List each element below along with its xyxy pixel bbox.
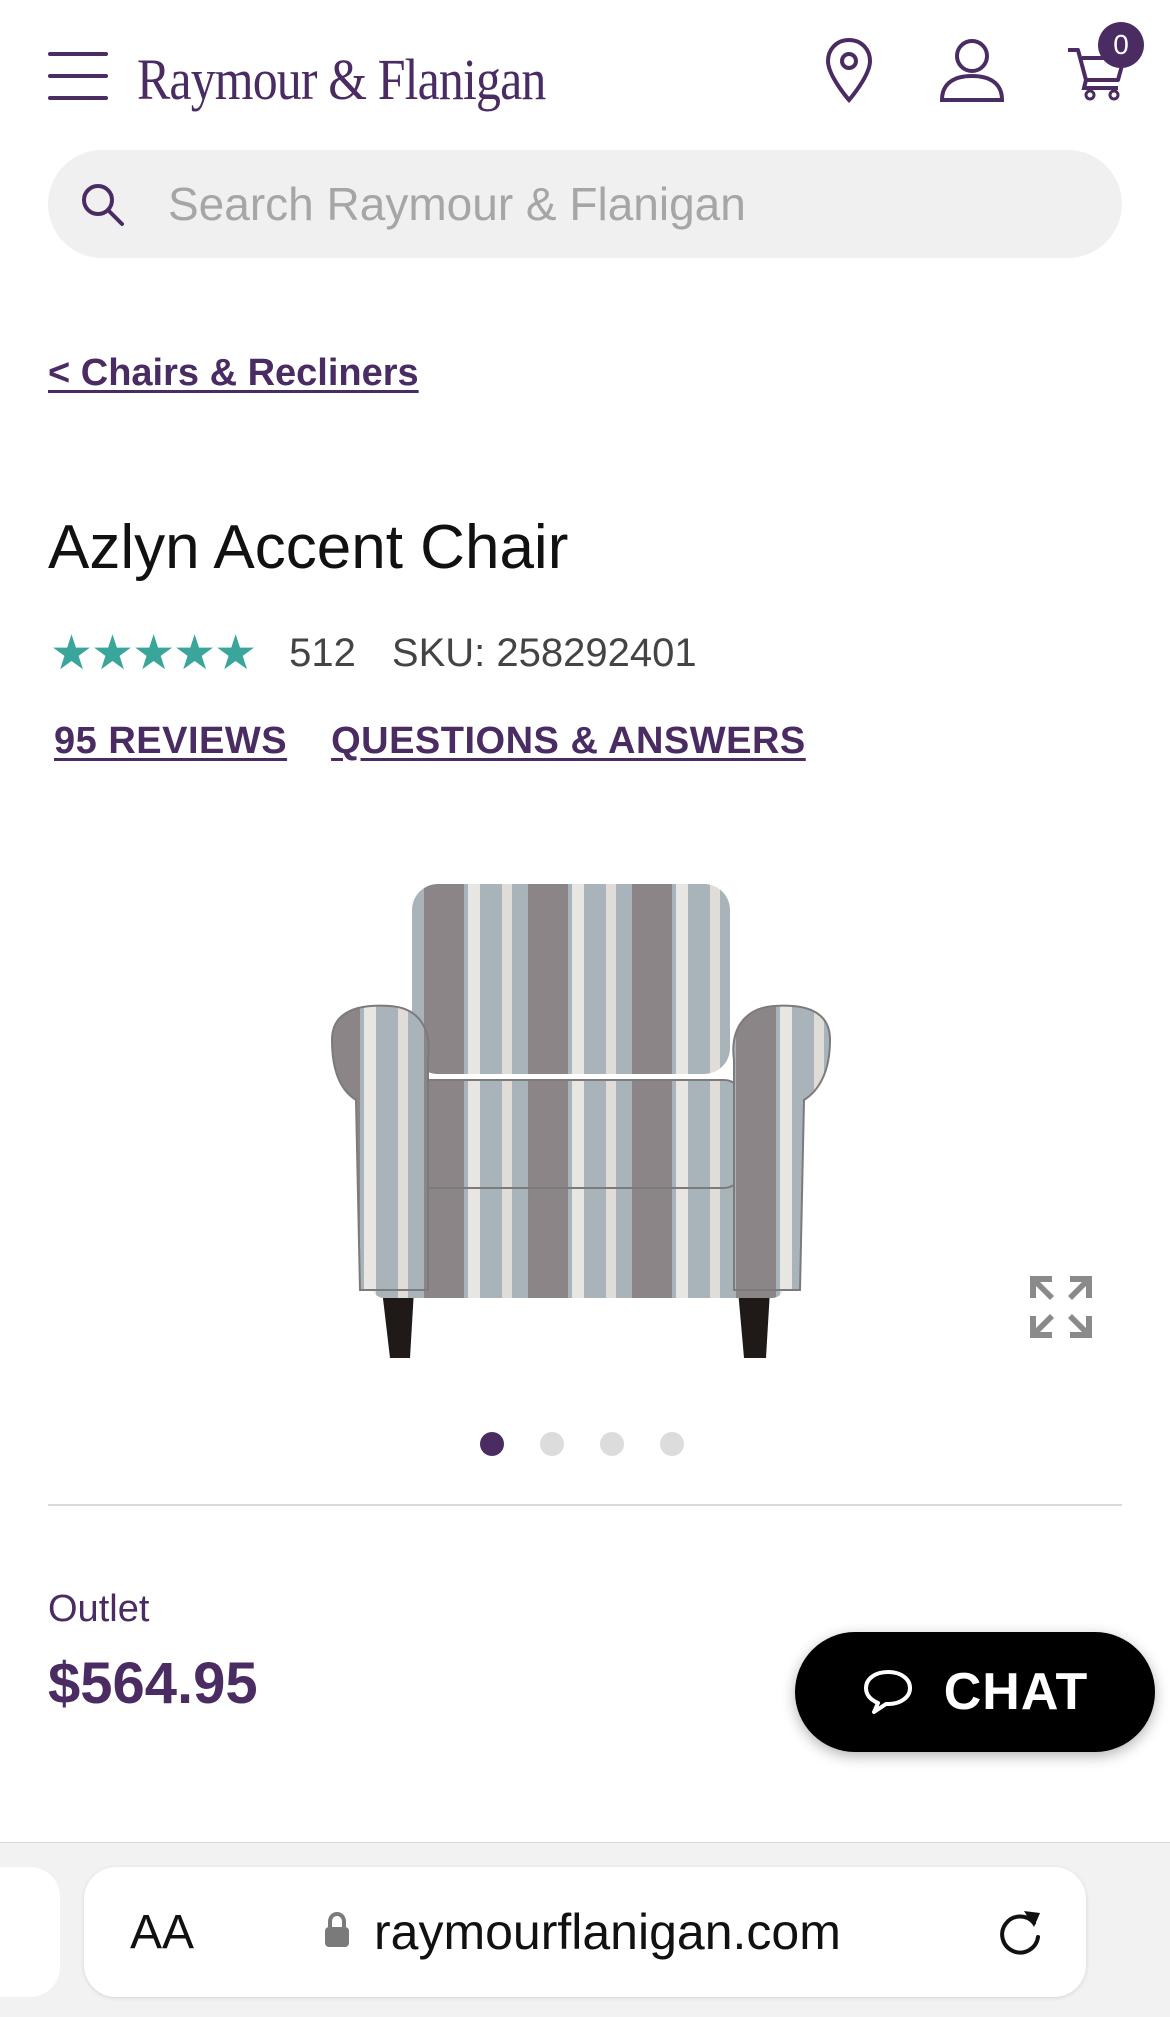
chat-bubble-icon — [863, 1670, 912, 1714]
reload-icon[interactable] — [994, 1905, 1046, 1959]
product-image[interactable] — [320, 870, 840, 1370]
section-divider — [48, 1504, 1122, 1506]
cart-count-badge[interactable]: 0 — [1098, 22, 1144, 68]
search-icon — [82, 184, 124, 226]
chat-label: CHAT — [943, 1663, 1089, 1721]
menu-icon[interactable] — [48, 52, 108, 100]
browser-toolbar: AA raymourflanigan.com — [0, 1842, 1170, 2017]
product-price: $564.95 — [48, 1651, 258, 1716]
breadcrumb-back-link[interactable]: < Chairs & Recliners — [48, 352, 419, 395]
url-text[interactable]: raymourflanigan.com — [374, 1903, 841, 1961]
text-size-button[interactable]: AA — [130, 1905, 194, 1960]
questions-answers-link[interactable]: QUESTIONS & ANSWERS — [331, 720, 806, 763]
carousel-dot[interactable] — [480, 1432, 504, 1456]
product-sku: SKU: 258292401 — [391, 630, 697, 675]
site-header: Raymour & Flanigan 0 — [0, 0, 1170, 150]
image-carousel-dots — [480, 1432, 720, 1456]
search-input[interactable] — [168, 170, 1068, 238]
map-pin-icon[interactable] — [824, 36, 874, 106]
carousel-dot[interactable] — [660, 1432, 684, 1456]
rating-row: ★★★★★ 512 SKU: 258292401 — [50, 625, 697, 681]
lock-icon — [325, 1911, 349, 1947]
star-rating[interactable]: ★★★★★ — [50, 625, 257, 681]
user-icon[interactable] — [938, 36, 1006, 106]
search-bar[interactable] — [48, 150, 1122, 258]
brand-logo[interactable]: Raymour & Flanigan — [137, 46, 546, 113]
reviews-link[interactable]: 95 REVIEWS — [54, 720, 287, 763]
product-title: Azlyn Accent Chair — [48, 513, 569, 582]
previous-tab[interactable] — [0, 1867, 60, 1997]
carousel-dot[interactable] — [540, 1432, 564, 1456]
rating-count: 512 — [289, 630, 356, 675]
carousel-dot[interactable] — [600, 1432, 624, 1456]
expand-fullscreen-icon[interactable] — [1030, 1276, 1092, 1338]
product-links: 95 REVIEWS QUESTIONS & ANSWERS — [54, 720, 850, 763]
chat-button[interactable]: CHAT — [795, 1632, 1155, 1752]
price-label: Outlet — [48, 1588, 150, 1630]
address-bar[interactable]: AA raymourflanigan.com — [84, 1867, 1086, 1997]
